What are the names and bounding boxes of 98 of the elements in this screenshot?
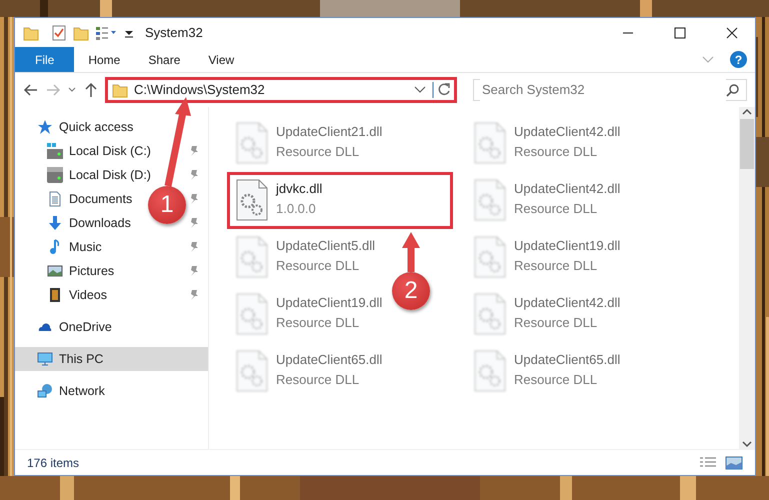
large-icons-view-icon[interactable]	[725, 456, 743, 470]
drive-icon	[47, 167, 63, 183]
scrollbar[interactable]	[739, 107, 755, 449]
down-arrow-icon	[47, 215, 63, 231]
file-detail: Resource DLL	[276, 370, 360, 388]
up-button[interactable]	[83, 82, 99, 98]
pin-icon[interactable]	[188, 169, 200, 181]
close-icon	[726, 26, 738, 38]
dll-file-icon	[236, 122, 268, 164]
sidebar-item[interactable]: OneDrive	[15, 315, 208, 339]
scroll-up-icon[interactable]	[742, 107, 752, 117]
pin-icon[interactable]	[188, 217, 200, 229]
scroll-thumb[interactable]	[740, 119, 754, 169]
star-icon	[37, 119, 53, 135]
dll-file-icon	[474, 350, 506, 392]
expand-ribbon-icon[interactable]	[702, 54, 714, 64]
sidebar-item[interactable]: Local Disk (D:)	[15, 163, 151, 187]
ribbon-tab[interactable]: Share	[134, 47, 194, 72]
back-arrow-icon	[23, 82, 39, 98]
file-detail: Resource DLL	[276, 256, 360, 274]
file-item[interactable]: UpdateClient42.dll Resource DLL	[465, 172, 630, 229]
folder-icon	[112, 82, 128, 98]
drive-icon	[47, 143, 63, 159]
file-item[interactable]: jdvkc.dll 1.0.0.0	[227, 172, 453, 229]
file-detail: Resource DLL	[276, 142, 360, 160]
dll-file-icon	[236, 179, 268, 221]
file-item[interactable]: UpdateClient65.dll Resource DLL	[465, 343, 630, 400]
file-detail: Resource DLL	[514, 142, 598, 160]
file-item[interactable]: UpdateClient19.dll Resource DLL	[227, 286, 392, 343]
dll-file-icon	[474, 179, 506, 221]
sidebar-item[interactable]: Downloads	[15, 211, 131, 235]
pin-icon[interactable]	[188, 289, 200, 301]
forward-arrow-icon	[45, 82, 61, 98]
address-bar[interactable]: C:\Windows\System32	[105, 77, 457, 103]
dll-file-icon	[474, 122, 506, 164]
details-view-icon[interactable]	[699, 456, 717, 470]
caret-icon[interactable]	[414, 85, 426, 95]
new-folder-icon[interactable]	[73, 24, 89, 40]
ribbon-tab[interactable]: View	[194, 47, 248, 72]
properties-icon[interactable]	[51, 24, 67, 40]
sidebar-item[interactable]: Documents	[15, 187, 132, 211]
dll-file-icon	[236, 293, 268, 335]
file-item[interactable]: UpdateClient42.dll Resource DLL	[465, 115, 630, 172]
file-detail: Resource DLL	[276, 314, 360, 332]
maximize-icon	[674, 26, 686, 38]
back-button[interactable]	[23, 82, 39, 98]
up-arrow-icon	[83, 82, 99, 98]
film-icon	[47, 287, 63, 303]
file-name: UpdateClient21.dll	[276, 123, 382, 141]
file-name: UpdateClient65.dll	[276, 351, 382, 369]
file-item[interactable]: UpdateClient19.dll Resource DLL	[465, 229, 630, 286]
window-title: System32	[145, 24, 204, 42]
help-button[interactable]: ?	[730, 51, 747, 68]
file-item[interactable]: UpdateClient65.dll Resource DLL	[227, 343, 392, 400]
sidebar-item[interactable]: Videos	[15, 283, 107, 307]
item-count: 176 items	[27, 454, 80, 472]
file-name: UpdateClient19.dll	[276, 294, 382, 312]
sidebar-item[interactable]: Local Disk (C:)	[15, 139, 151, 163]
file-item[interactable]: UpdateClient42.dll Resource DLL	[465, 286, 630, 343]
sidebar-item[interactable]: Network	[15, 379, 208, 403]
file-name: jdvkc.dll	[276, 180, 322, 198]
file-name: UpdateClient42.dll	[514, 294, 620, 312]
file-name: UpdateClient5.dll	[276, 237, 376, 255]
search-field[interactable]: Search System32	[473, 79, 747, 101]
file-name: UpdateClient19.dll	[514, 237, 620, 255]
sidebar-item[interactable]: Pictures	[15, 259, 114, 283]
file-detail: Resource DLL	[514, 200, 598, 218]
file-detail: 1.0.0.0	[276, 200, 317, 218]
picture-icon	[47, 263, 63, 279]
dll-file-icon	[236, 350, 268, 392]
pin-icon[interactable]	[188, 265, 200, 277]
pin-icon[interactable]	[188, 241, 200, 253]
file-name: UpdateClient42.dll	[514, 123, 620, 141]
network-icon	[37, 383, 53, 399]
sidebar-item[interactable]: This PC	[15, 347, 208, 371]
annotation-arrow	[402, 232, 420, 272]
file-item[interactable]: UpdateClient21.dll Resource DLL	[227, 115, 392, 172]
dll-file-icon	[474, 236, 506, 278]
sidebar-item[interactable]: Music	[15, 235, 102, 259]
dll-file-icon	[236, 236, 268, 278]
ribbon-tab[interactable]: Home	[74, 47, 134, 72]
file-name: UpdateClient42.dll	[514, 180, 620, 198]
pin-icon[interactable]	[188, 193, 200, 205]
document-icon	[47, 191, 63, 207]
scroll-down-icon[interactable]	[742, 439, 752, 449]
folder-icon[interactable]	[23, 24, 39, 40]
file-name: UpdateClient65.dll	[514, 351, 620, 369]
file-item[interactable]: UpdateClient5.dll Resource DLL	[227, 229, 384, 286]
sidebar-item[interactable]: Quick access	[15, 115, 208, 139]
file-detail: Resource DLL	[514, 314, 598, 332]
search-icon[interactable]	[726, 83, 740, 97]
file-detail: Resource DLL	[514, 256, 598, 274]
ribbon-tab[interactable]: File	[15, 47, 74, 72]
pin-icon[interactable]	[188, 145, 200, 157]
monitor-icon	[37, 351, 53, 367]
list-dropdown-icon[interactable]	[95, 24, 117, 40]
dll-file-icon	[474, 293, 506, 335]
file-detail: Resource DLL	[514, 370, 598, 388]
